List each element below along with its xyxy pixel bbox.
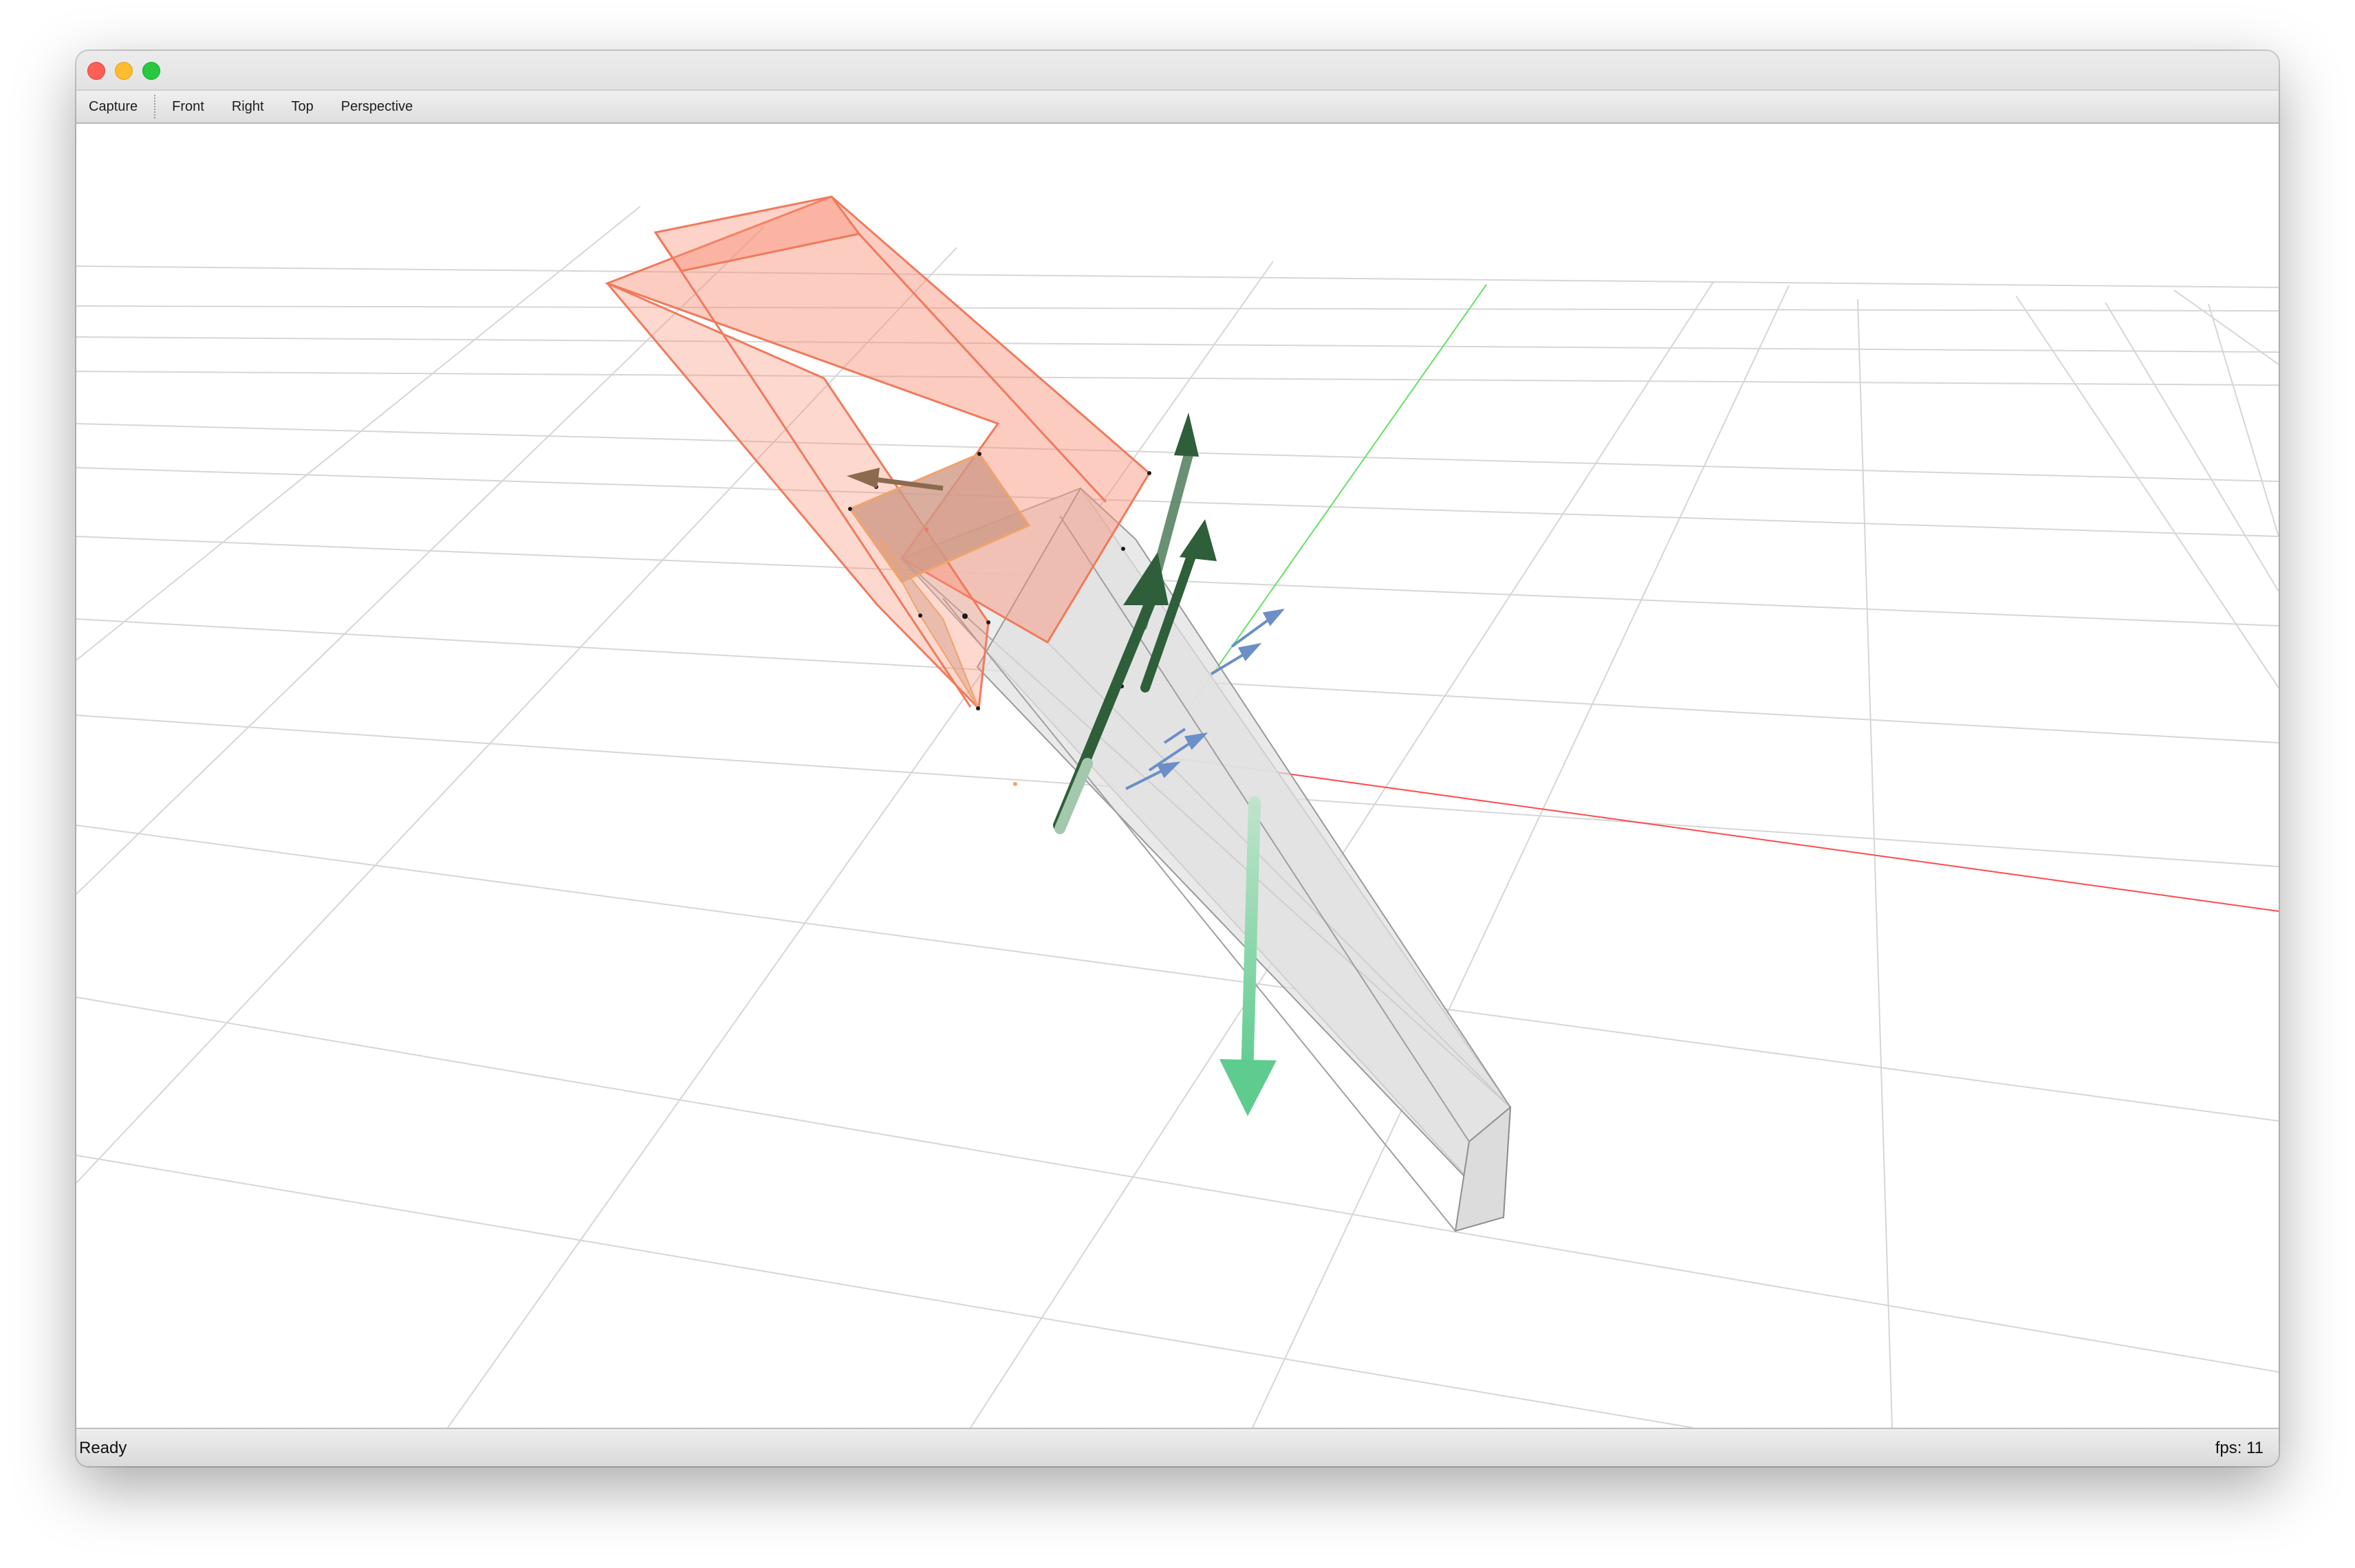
3d-viewport[interactable]: [76, 124, 2279, 1428]
scene-canvas[interactable]: [76, 124, 2279, 1428]
minimize-window-button[interactable]: [115, 62, 133, 80]
app-window: Capture Front Right Top Perspective Read…: [76, 51, 2279, 1466]
toolbar-separator: [154, 95, 156, 118]
top-view-button[interactable]: Top: [278, 91, 327, 122]
toolbar: Capture Front Right Top Perspective: [76, 91, 2279, 124]
front-view-button[interactable]: Front: [158, 91, 218, 122]
capture-button[interactable]: Capture: [76, 91, 151, 122]
zoom-window-button[interactable]: [142, 62, 160, 80]
close-window-button[interactable]: [87, 62, 105, 80]
fps-readout: fps: 11: [2215, 1439, 2264, 1457]
status-bar: Ready fps: 11: [76, 1428, 2279, 1466]
status-text: Ready: [79, 1439, 127, 1457]
title-bar: [76, 51, 2279, 91]
desktop: Capture Front Right Top Perspective Read…: [0, 0, 2355, 1568]
right-view-button[interactable]: Right: [218, 91, 278, 122]
y-axis-line-icon: [1183, 284, 1487, 716]
perspective-view-button[interactable]: Perspective: [327, 91, 427, 122]
